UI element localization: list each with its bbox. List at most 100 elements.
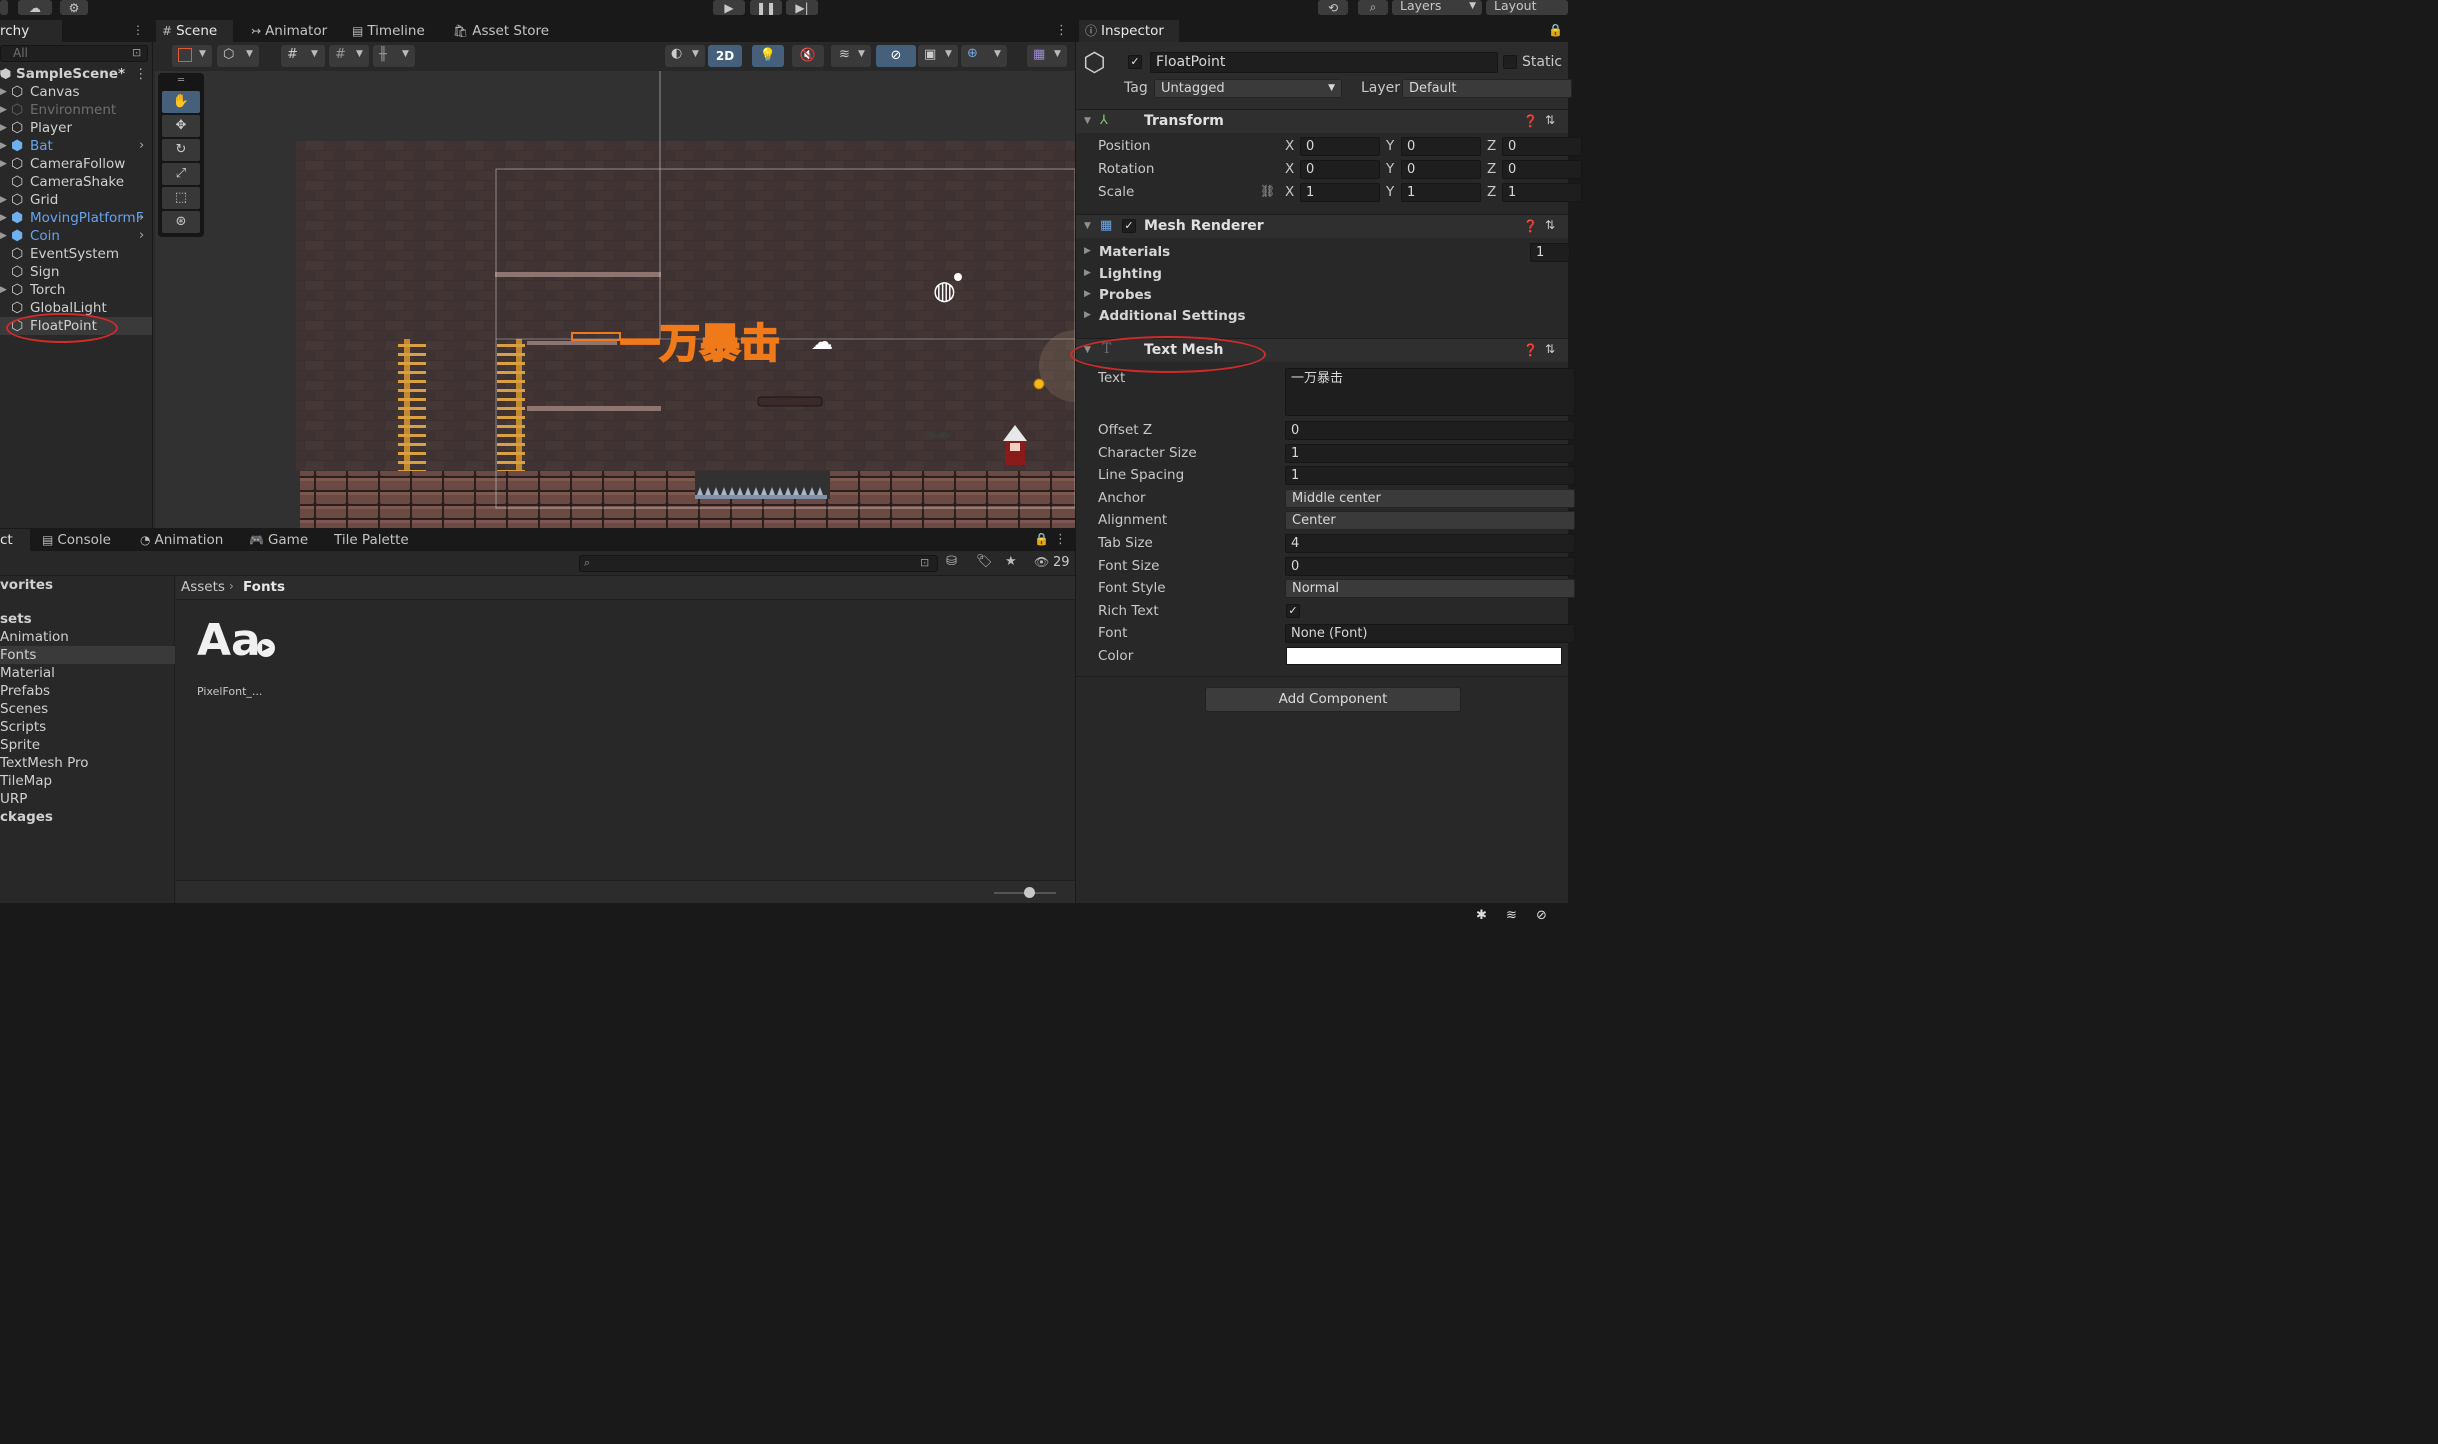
- project-folder-scenes[interactable]: Scenes: [0, 700, 175, 718]
- scale-y-field[interactable]: 1: [1401, 183, 1481, 202]
- additional-settings-section[interactable]: Additional Settings: [1099, 308, 1246, 324]
- project-folder-fonts[interactable]: Fonts: [0, 646, 175, 664]
- lighting-toggle[interactable]: 💡: [752, 45, 784, 67]
- breadcrumb-fonts[interactable]: Fonts: [243, 579, 285, 595]
- auto-generate-lighting-icon[interactable]: ⊘: [1536, 908, 1547, 923]
- expand-arrow-icon[interactable]: ▶: [0, 209, 7, 227]
- rect-tool-icon[interactable]: ⬚: [162, 187, 200, 209]
- color-swatch-field[interactable]: [1286, 647, 1562, 665]
- lighting-section[interactable]: Lighting: [1099, 266, 1162, 282]
- position-y-field[interactable]: 0: [1401, 137, 1481, 156]
- axis-label-y[interactable]: Y: [1386, 161, 1394, 177]
- project-search-input[interactable]: ⌕ ⊡: [579, 555, 938, 572]
- mesh-renderer-enabled-checkbox[interactable]: ✓: [1122, 219, 1136, 233]
- project-folder-animation[interactable]: Animation: [0, 628, 175, 646]
- project-folder-material[interactable]: Material: [0, 664, 175, 682]
- favorite-star-icon[interactable]: ★: [1005, 554, 1017, 569]
- layers-stack-icon[interactable]: ≋: [1506, 908, 1517, 923]
- expand-arrow-icon[interactable]: ▶: [0, 137, 7, 155]
- help-icon[interactable]: ❓: [1523, 343, 1538, 357]
- axis-label-x[interactable]: X: [1285, 161, 1294, 177]
- expand-arrow-icon[interactable]: ▶: [0, 227, 7, 245]
- search-icon[interactable]: ⌕: [1358, 0, 1388, 15]
- mode-2d-toggle[interactable]: 2D: [708, 45, 742, 67]
- breadcrumb-assets[interactable]: Assets: [181, 579, 225, 595]
- rotation-y-field[interactable]: 0: [1401, 160, 1481, 179]
- lock-icon[interactable]: 🔒: [1548, 23, 1563, 37]
- settings-icon[interactable]: ⚙: [60, 0, 88, 15]
- tab-scene[interactable]: # Scene: [156, 20, 233, 42]
- tab-project[interactable]: ct: [0, 529, 30, 551]
- rotate-tool-icon[interactable]: ↻: [162, 139, 200, 161]
- project-folder-vorites[interactable]: vorites: [0, 576, 175, 594]
- axis-label-z[interactable]: Z: [1487, 184, 1496, 200]
- expand-arrow-icon[interactable]: ▶: [0, 191, 7, 209]
- asset-tile-pixelfont[interactable]: Aa ▶ PixelFont_...: [190, 615, 290, 705]
- tab-inspector[interactable]: ⓘ Inspector: [1079, 20, 1179, 42]
- rotation-x-field[interactable]: 0: [1300, 160, 1380, 179]
- axis-label-z[interactable]: Z: [1487, 161, 1496, 177]
- hierarchy-item-sign[interactable]: ⬡ Sign: [0, 263, 152, 281]
- ruler-dropdown[interactable]: ╫ ▼: [373, 45, 415, 67]
- component-settings-icon[interactable]: ⇅: [1545, 113, 1555, 127]
- camera-dropdown[interactable]: ▣ ▼: [918, 45, 958, 67]
- project-folder-sprite[interactable]: Sprite: [0, 736, 175, 754]
- pivot-dropdown[interactable]: ▼: [172, 45, 212, 67]
- axis-label-y[interactable]: Y: [1386, 184, 1394, 200]
- hierarchy-item-coin[interactable]: ▶ ⬢ Coin ›: [0, 227, 152, 245]
- global-local-dropdown[interactable]: ⬡ ▼: [217, 45, 259, 67]
- expand-arrow-icon[interactable]: ▶: [0, 281, 7, 299]
- add-component-button[interactable]: Add Component: [1205, 687, 1461, 712]
- fold-arrow-icon[interactable]: ▶: [1084, 246, 1091, 256]
- hierarchy-item-environment[interactable]: ▶ ⬡ Environment: [0, 101, 152, 119]
- tab-tile-palette[interactable]: Tile Palette: [328, 529, 418, 551]
- component-settings-icon[interactable]: ⇅: [1545, 218, 1555, 232]
- help-icon[interactable]: ❓: [1523, 219, 1538, 233]
- scale-tool-icon[interactable]: ⤢: [162, 163, 200, 185]
- hierarchy-item-player[interactable]: ▶ ⬡ Player: [0, 119, 152, 137]
- increment-snap-dropdown[interactable]: # ▼: [329, 45, 369, 67]
- component-settings-icon[interactable]: ⇅: [1545, 342, 1555, 356]
- tab-game[interactable]: 🎮 Game: [243, 529, 323, 551]
- axis-label-x[interactable]: X: [1285, 184, 1294, 200]
- kebab-menu-icon[interactable]: ⋮: [1054, 532, 1067, 547]
- alignment-dropdown[interactable]: Center: [1285, 511, 1575, 531]
- offset-z-field[interactable]: 0: [1285, 421, 1575, 440]
- open-prefab-arrow-icon[interactable]: ›: [139, 227, 144, 245]
- font-size-field[interactable]: 0: [1285, 556, 1575, 576]
- position-x-field[interactable]: 0: [1300, 137, 1380, 156]
- rotation-z-field[interactable]: 0: [1502, 160, 1582, 179]
- step-button[interactable]: ▶|: [786, 0, 818, 15]
- probes-section[interactable]: Probes: [1099, 287, 1152, 303]
- hierarchy-item-camerashake[interactable]: ⬡ CameraShake: [0, 173, 152, 191]
- layers-dropdown[interactable]: Layers ▼: [1392, 0, 1482, 15]
- scale-z-field[interactable]: 1: [1502, 183, 1582, 202]
- line-spacing-field[interactable]: 1: [1285, 466, 1575, 486]
- fold-arrow-icon[interactable]: ▼: [1084, 116, 1091, 126]
- effects-dropdown[interactable]: ≋ ▼: [831, 45, 871, 67]
- anchor-dropdown[interactable]: Middle center: [1285, 488, 1575, 508]
- character-size-field[interactable]: 1: [1285, 443, 1575, 463]
- scale-x-field[interactable]: 1: [1300, 183, 1380, 202]
- layout-dropdown[interactable]: Layout: [1486, 0, 1568, 15]
- transform-header[interactable]: ▼ ⅄ Transform ❓ ⇅: [1076, 109, 1568, 133]
- object-name-field[interactable]: FloatPoint: [1150, 52, 1498, 73]
- help-icon[interactable]: ❓: [1523, 114, 1538, 128]
- open-prefab-arrow-icon[interactable]: ›: [139, 209, 144, 227]
- play-button[interactable]: ▶: [713, 0, 745, 15]
- fold-arrow-icon[interactable]: ▶: [1084, 268, 1091, 278]
- tab-timeline[interactable]: ▤ Timeline: [346, 20, 436, 42]
- filter-label-icon[interactable]: 🏷: [976, 554, 993, 569]
- static-checkbox[interactable]: [1503, 55, 1517, 69]
- account-dropdown[interactable]: [0, 0, 8, 15]
- zoom-slider-handle[interactable]: [1024, 887, 1035, 898]
- draw-mode-dropdown[interactable]: ◐ ▼: [665, 45, 705, 67]
- text-area-field[interactable]: 一万暴击: [1285, 368, 1575, 416]
- hierarchy-item-movingplatformf[interactable]: ▶ ⬢ MovingPlatformF ›: [0, 209, 152, 227]
- active-checkbox[interactable]: ✓: [1128, 55, 1142, 69]
- expand-arrow-icon[interactable]: ▶: [0, 119, 7, 137]
- play-preview-icon[interactable]: ▶: [257, 639, 275, 657]
- project-folder-sets[interactable]: sets: [0, 610, 175, 628]
- expand-arrow-icon[interactable]: ▶: [0, 83, 7, 101]
- project-folder-scripts[interactable]: Scripts: [0, 718, 175, 736]
